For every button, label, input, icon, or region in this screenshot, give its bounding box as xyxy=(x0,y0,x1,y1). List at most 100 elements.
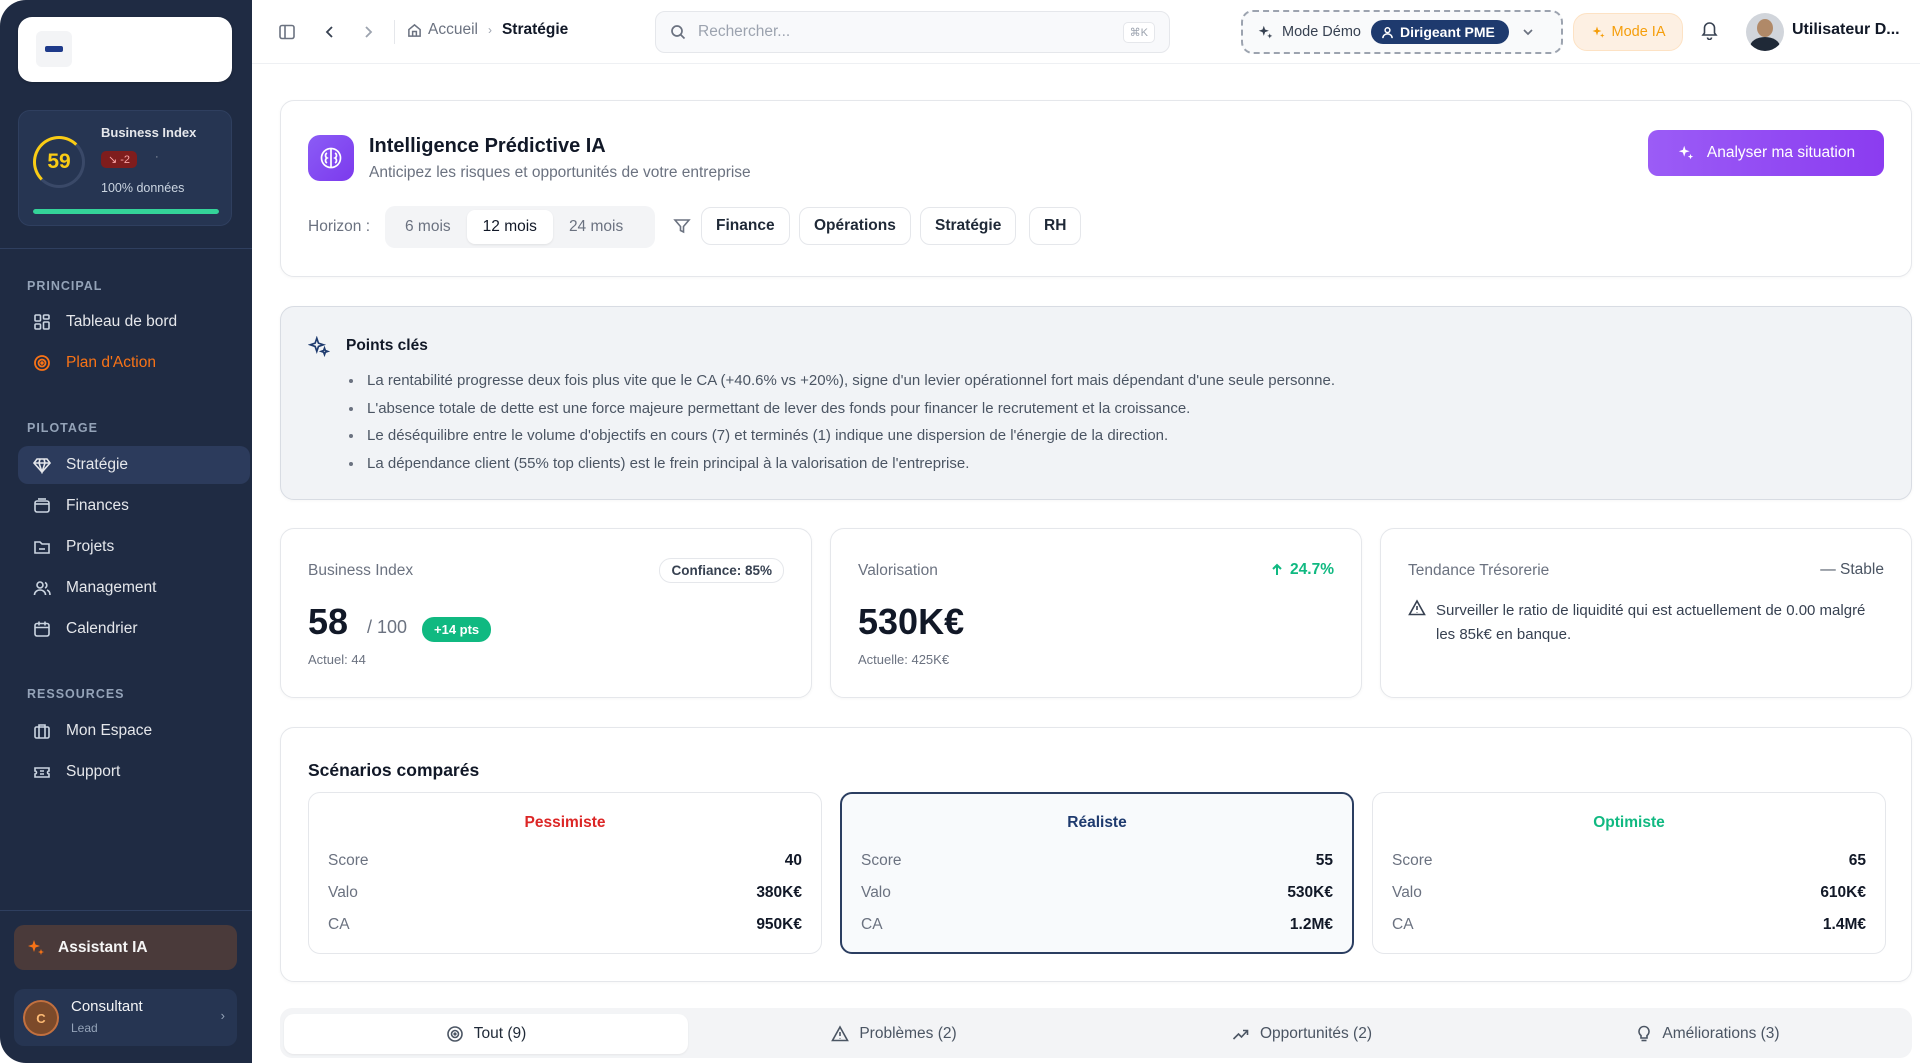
key-points-list: La rentabilité progresse deux fois plus … xyxy=(349,367,1335,477)
logo[interactable] xyxy=(18,17,232,82)
user-profile[interactable]: C Consultant Lead › xyxy=(14,989,237,1046)
scenarios-title: Scénarios comparés xyxy=(308,760,480,780)
breadcrumb-home[interactable]: Accueil xyxy=(428,21,478,39)
scenario-name: Réaliste xyxy=(1067,814,1127,831)
tab-opportunities[interactable]: Opportunités (2) xyxy=(1100,1014,1504,1054)
sidebar-item-strategy[interactable]: Stratégie xyxy=(18,446,250,484)
filter-hr[interactable]: RH xyxy=(1029,207,1082,245)
tab-label: Opportunités (2) xyxy=(1260,1025,1372,1042)
horizon-12-months[interactable]: 12 mois xyxy=(466,210,553,244)
business-index-kpi[interactable]: Business Index Confiance: 85% 58 / 100 +… xyxy=(280,528,812,698)
scenario-row: CA 950K€ xyxy=(328,916,802,933)
sidebar-divider xyxy=(0,910,252,911)
search-icon xyxy=(671,25,686,40)
sidebar-item-projects[interactable]: Projets xyxy=(18,528,250,566)
sidebar-item-management[interactable]: Management xyxy=(18,569,250,607)
sidebar-toggle-icon[interactable] xyxy=(275,20,299,44)
demo-mode-selector[interactable]: Mode Démo Dirigeant PME xyxy=(1241,10,1563,54)
assistant-ia-button[interactable]: Assistant IA xyxy=(14,925,237,970)
kpi-value: 530K€ xyxy=(858,601,965,642)
filter-icon xyxy=(673,217,691,235)
scenarios-card: Scénarios comparés Pessimiste Score 40 Va… xyxy=(280,727,1912,982)
business-index-card[interactable]: 59 Business Index ↘ -2 · 100% données xyxy=(18,110,232,226)
tab-label: Tout (9) xyxy=(473,1025,527,1042)
target-icon xyxy=(32,353,52,373)
ia-mode-toggle[interactable]: Mode IA xyxy=(1573,13,1683,51)
topbar-divider xyxy=(394,20,395,44)
search-shortcut: ⌘K xyxy=(1122,21,1155,43)
chevron-down-icon xyxy=(1521,25,1535,39)
scenario-row: Valo 380K€ xyxy=(328,884,802,901)
business-index-separator: · xyxy=(155,151,159,163)
dashboard-icon xyxy=(32,312,52,332)
calendar-icon xyxy=(32,619,52,639)
back-icon[interactable] xyxy=(318,20,342,44)
business-index-title: Business Index xyxy=(101,125,197,140)
sparkles-icon xyxy=(1677,144,1695,162)
sidebar-item-label: Management xyxy=(66,579,157,596)
page-subtitle: Anticipez les risques et opportunités de… xyxy=(369,164,751,181)
search-bar[interactable]: Rechercher... ⌘K xyxy=(655,11,1170,53)
kpi-current: Actuel: 44 xyxy=(308,652,366,667)
user-avatar[interactable] xyxy=(1746,13,1784,51)
search-input[interactable]: Rechercher... xyxy=(698,23,1123,41)
ia-mode-label: Mode IA xyxy=(1611,24,1666,40)
filter-operations[interactable]: Opérations xyxy=(799,207,911,245)
horizon-6-months[interactable]: 6 mois xyxy=(389,210,467,244)
business-index-trend: ↘ -2 xyxy=(101,151,138,168)
scenario-optimistic[interactable]: Optimiste Score 65 Valo 610K€ CA 1.4M€ xyxy=(1372,792,1886,954)
sidebar-item-calendar[interactable]: Calendrier xyxy=(18,610,250,648)
filter-strategy[interactable]: Stratégie xyxy=(920,207,1017,245)
analyze-label: Analyser ma situation xyxy=(1706,144,1856,161)
scenario-row: Score 65 xyxy=(1392,852,1866,869)
tab-improvements[interactable]: Améliorations (3) xyxy=(1508,1014,1908,1054)
analyze-button[interactable]: Analyser ma situation xyxy=(1648,130,1884,176)
scenario-row: CA 1.4M€ xyxy=(1392,916,1866,933)
sidebar-item-label: Tableau de bord xyxy=(66,313,178,330)
breadcrumb: Accueil › Stratégie xyxy=(407,21,568,39)
kpi-delta: 24.7% xyxy=(1270,561,1334,579)
sidebar-item-support[interactable]: Support xyxy=(18,753,250,791)
list-item: Le déséquilibre entre le volume d'object… xyxy=(349,422,1335,450)
tab-problems[interactable]: Problèmes (2) xyxy=(692,1014,1096,1054)
role-badge[interactable]: Dirigeant PME xyxy=(1370,20,1509,44)
sidebar-item-dashboard[interactable]: Tableau de bord xyxy=(18,303,250,341)
valuation-kpi[interactable]: Valorisation 24.7% 530K€ Actuelle: 425K€ xyxy=(830,528,1362,698)
key-points-card: Points clés La rentabilité progresse deu… xyxy=(280,306,1912,500)
filter-finance[interactable]: Finance xyxy=(701,207,790,245)
section-pilotage: PILOTAGE xyxy=(27,421,98,435)
forward-icon[interactable] xyxy=(356,20,380,44)
diamond-icon xyxy=(32,455,52,475)
horizon-24-months[interactable]: 24 mois xyxy=(553,210,639,244)
tab-label: Problèmes (2) xyxy=(859,1025,957,1042)
list-item: La dépendance client (55% top clients) e… xyxy=(349,450,1335,478)
sidebar-item-my-space[interactable]: Mon Espace xyxy=(18,712,250,750)
sidebar-item-label: Mon Espace xyxy=(66,722,153,739)
sparkles-icon xyxy=(1258,25,1273,38)
bell-icon[interactable] xyxy=(1700,20,1719,40)
scenario-pessimistic[interactable]: Pessimiste Score 40 Valo 380K€ CA 950K€ xyxy=(308,792,822,954)
page-title: Intelligence Prédictive IA xyxy=(369,135,606,157)
scenario-row: CA 1.2M€ xyxy=(861,916,1333,933)
kpi-status: — Stable xyxy=(1820,561,1884,578)
folder-icon xyxy=(32,537,52,557)
treasury-warning: Surveiller le ratio de liquidité qui est… xyxy=(1436,602,1866,643)
user-menu-name[interactable]: Utilisateur D... xyxy=(1792,21,1900,39)
avatar: C xyxy=(23,1000,59,1036)
breadcrumb-current: Stratégie xyxy=(501,21,569,38)
user-name: Consultant xyxy=(71,998,143,1015)
business-index-score: 59 xyxy=(33,136,85,188)
kpi-current: Actuelle: 425K€ xyxy=(858,652,950,667)
treasury-kpi[interactable]: Tendance Trésorerie — Stable Surveiller … xyxy=(1380,528,1912,698)
topbar: Accueil › Stratégie Rechercher... ⌘K Mod… xyxy=(252,0,1920,64)
role-label: Dirigeant PME xyxy=(1399,24,1495,40)
list-item: La rentabilité progresse deux fois plus … xyxy=(349,367,1335,395)
sidebar-item-label: Calendrier xyxy=(66,620,138,637)
sidebar-item-finances[interactable]: Finances xyxy=(18,487,250,525)
tab-all[interactable]: Tout (9) xyxy=(284,1014,688,1054)
scenario-realistic[interactable]: Réaliste Score 55 Valo 530K€ CA 1.2M€ xyxy=(840,792,1354,954)
business-index-data-coverage: 100% données xyxy=(101,181,185,195)
lightbulb-icon xyxy=(1636,1025,1652,1043)
chevron-right-icon: › xyxy=(487,23,492,37)
sidebar-item-action-plan[interactable]: Plan d'Action xyxy=(18,344,250,382)
